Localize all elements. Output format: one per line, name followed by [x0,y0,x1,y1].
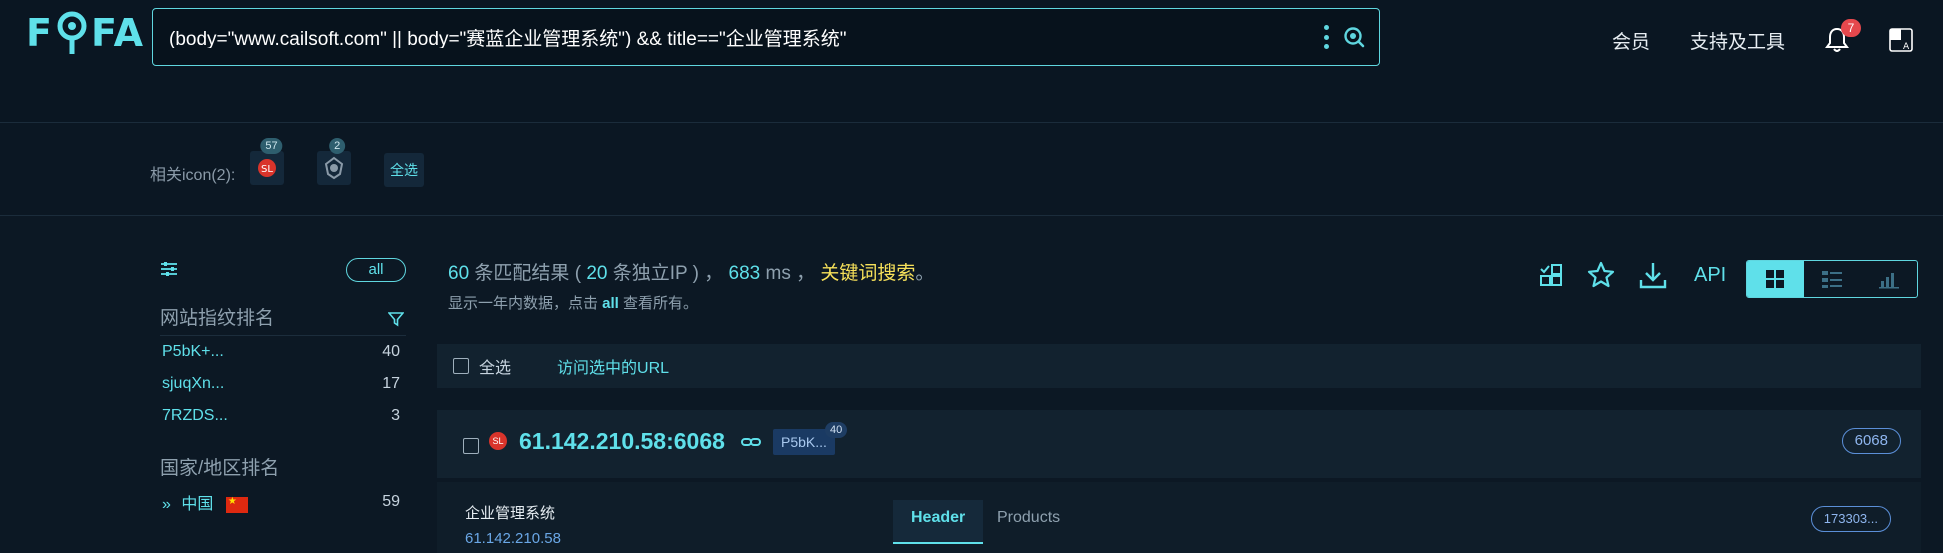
select-bar: 全选 访问选中的URL [437,344,1921,388]
download-icon[interactable] [1638,260,1668,290]
link-icon[interactable] [741,434,761,450]
select-all-checkbox[interactable] [453,358,469,374]
emblem-icon [324,156,344,180]
notification-badge: 7 [1841,19,1861,37]
star-icon[interactable] [1586,260,1616,290]
top-bar: F FA 会员 支持及工具 7 [0,0,1943,122]
tab-products[interactable]: Products [979,500,1078,544]
fingerprint-item[interactable]: 7RZDS... 3 [160,400,406,432]
search-bar [152,8,1380,66]
grid-view-button[interactable] [1747,261,1804,297]
notification-button[interactable]: 7 [1825,19,1861,53]
rule-check-icon[interactable] [1538,262,1564,288]
related-icon-1[interactable]: 57 SL [250,138,284,185]
nav-member[interactable]: 会员 [1612,27,1650,54]
tab-header[interactable]: Header [893,500,984,544]
list-view-button[interactable] [1804,261,1861,297]
icon-hash-pill[interactable]: 173303... [1810,506,1891,532]
red-logo-icon: SL [258,159,276,177]
china-flag-icon [225,496,248,513]
chart-view-button[interactable] [1860,261,1917,297]
port-pill[interactable]: 6068 [1841,428,1901,454]
related-icons-bar: 相关icon(2): 57 SL 2 全选 [0,122,1943,216]
fingerprint-tag-count: 40 [825,422,848,438]
keyword-search-link[interactable]: 关键词搜索 [820,263,915,284]
show-all-link[interactable]: all [602,295,619,312]
related-icons-label: 相关icon(2): [150,167,236,184]
grid-icon [1766,270,1785,288]
fofa-logo[interactable]: F FA [26,8,144,58]
result-host-link[interactable]: 61.142.210.58:6068 [519,428,725,455]
nav-tools[interactable]: 支持及工具 [1690,27,1785,54]
svg-text:SL: SL [261,164,273,175]
filter-sliders-icon[interactable] [160,260,178,278]
site-favicon-icon: SL [489,432,507,450]
svg-text:A: A [1903,42,1910,52]
all-filter-pill[interactable]: all [346,258,406,282]
related-icon-2[interactable]: 2 [317,138,351,185]
country-rank-title: 国家/地区排名 [160,458,280,479]
list-icon [1822,271,1842,288]
result-checkbox[interactable] [463,438,479,454]
filter-funnel-icon[interactable] [388,311,404,327]
fingerprint-item[interactable]: sjuqXn... 17 [160,368,406,400]
result-card-body: 企业管理系统 61.142.210.58 Header Products 173… [437,482,1921,553]
language-icon[interactable]: A [1889,28,1913,52]
view-switcher [1746,260,1918,298]
visit-selected-button[interactable]: 访问选中的URL [557,354,669,378]
result-stats: 60 条匹配结果 ( 20 条独立IP ) ， 683 ms ， 关键词搜索。 [448,263,935,284]
sidebar: all 网站指纹排名 P5bK+... 40 sjuqXn... 17 7RZDS.… [160,250,406,518]
fingerprint-rank-title: 网站指纹排名 [160,302,406,336]
related-icon-count: 57 [260,138,283,154]
related-select-all-button[interactable]: 全选 [384,153,424,187]
api-button[interactable]: API [1694,264,1726,287]
result-title: 企业管理系统 [465,505,556,522]
result-card-header: SL 61.142.210.58:6068 P5bK... 40 6068 [437,410,1921,478]
search-icon[interactable] [1343,26,1365,48]
result-toolbar: API [1538,260,1726,290]
bar-chart-icon [1878,273,1899,289]
search-input[interactable] [169,26,1323,48]
expand-chevron-icon[interactable]: » [162,496,171,513]
more-options-icon[interactable] [1323,25,1329,49]
result-stats-note: 显示一年内数据，点击 all 查看所有。 [448,295,699,312]
related-icon-count: 2 [329,138,346,154]
country-item[interactable]: » 中国 59 [160,486,406,518]
result-ip-link[interactable]: 61.142.210.58 [465,530,561,547]
fingerprint-item[interactable]: P5bK+... 40 [160,336,406,368]
select-all-label[interactable]: 全选 [479,354,511,378]
logo-pin-icon [57,11,87,54]
